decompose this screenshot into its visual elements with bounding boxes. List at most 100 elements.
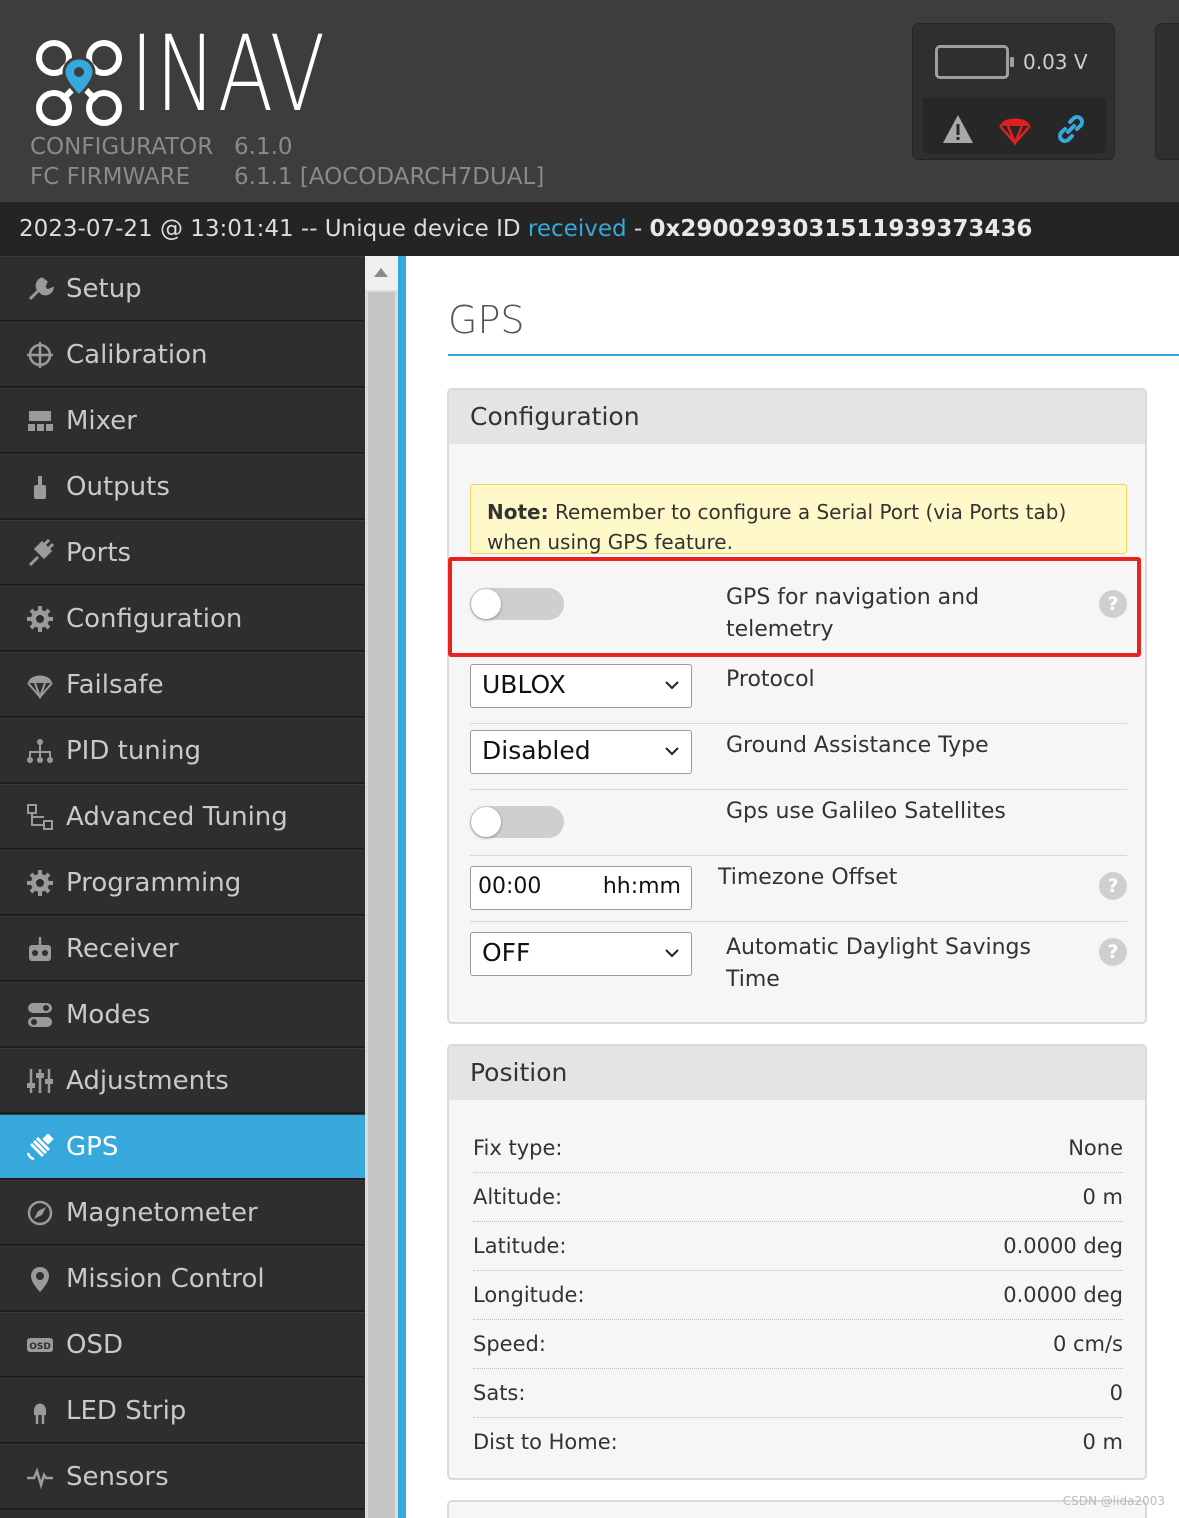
sidebar-scrollbar[interactable]: [365, 256, 398, 1518]
position-value: None: [1068, 1136, 1123, 1160]
connect-panel[interactable]: [1155, 23, 1179, 160]
log-dash: -: [626, 216, 650, 242]
main-content: GPS Configuration Note: Remember to conf…: [406, 256, 1179, 1518]
log-text: 2023-07-21 @ 13:01:41 -- Unique device I…: [19, 216, 528, 242]
led-icon: [26, 1397, 54, 1425]
ground-assist-select[interactable]: Disabled: [470, 730, 692, 774]
scroll-up-arrow-icon[interactable]: [365, 256, 398, 290]
mixer-icon: [26, 407, 54, 435]
position-value: 0.0000 deg: [1003, 1283, 1123, 1307]
sidebar-item-modes[interactable]: Modes: [0, 982, 365, 1048]
dst-select[interactable]: OFF: [470, 932, 692, 976]
position-label: Longitude:: [473, 1283, 585, 1307]
position-label: Sats:: [473, 1381, 526, 1405]
dst-value: OFF: [482, 938, 531, 967]
protocol-row: UBLOX Protocol: [470, 658, 1127, 724]
position-label: Dist to Home:: [473, 1430, 618, 1454]
sidebar-item-outputs[interactable]: Outputs: [0, 454, 365, 520]
dst-row: OFF Automatic Daylight Savings Time ?: [470, 922, 1127, 1002]
sidebar-item-adjustments[interactable]: Adjustments: [0, 1048, 365, 1114]
ground-assist-label: Ground Assistance Type: [726, 733, 989, 758]
position-heading: Position: [449, 1046, 1145, 1100]
status-panel: 0.03 V: [912, 23, 1115, 160]
sidebar-item-programming[interactable]: Programming: [0, 850, 365, 916]
highlight-box: [448, 557, 1141, 657]
sidebar-item-label: LED Strip: [66, 1395, 187, 1426]
sidebar-item-mission-control[interactable]: Mission Control: [0, 1246, 365, 1312]
serial-port-note: Note: Remember to configure a Serial Por…: [470, 484, 1127, 554]
sidebar-item-label: Failsafe: [66, 669, 164, 700]
dst-label: Automatic Daylight Savings Time: [726, 935, 1031, 992]
chevron-down-icon: [665, 747, 679, 756]
ground-assist-value: Disabled: [482, 736, 591, 765]
advanced-tuning-icon: [26, 803, 54, 831]
warning-icon: [943, 115, 973, 143]
title-underline: [448, 354, 1179, 356]
dst-help-icon[interactable]: ?: [1099, 938, 1127, 966]
sidebar-item-gps[interactable]: GPS: [0, 1114, 365, 1180]
sidebar-item-calibration[interactable]: Calibration: [0, 322, 365, 388]
next-panel: [447, 1500, 1147, 1518]
sidebar-item-failsafe[interactable]: Failsafe: [0, 652, 365, 718]
brand-title: INAV: [130, 13, 327, 135]
note-text: Remember to configure a Serial Port (via…: [487, 500, 1067, 554]
satellite-icon: [26, 1132, 54, 1161]
toggle-knob: [471, 807, 501, 837]
sidebar-item-setup[interactable]: Setup: [0, 256, 365, 322]
sidebar-item-ports[interactable]: Ports: [0, 520, 365, 586]
sidebar-item-label: Magnetometer: [66, 1197, 258, 1228]
position-value: 0 cm/s: [1052, 1332, 1123, 1356]
pulse-icon: [26, 1463, 54, 1491]
timezone-row: 00:00 hh:mm Timezone Offset ?: [470, 856, 1127, 922]
sidebar-item-pid-tuning[interactable]: PID tuning: [0, 718, 365, 784]
sidebar-item-label: Setup: [66, 273, 142, 304]
sidebar-item-label: OSD: [66, 1329, 123, 1360]
timezone-input[interactable]: 00:00 hh:mm: [470, 866, 692, 910]
position-value: 0 m: [1082, 1185, 1124, 1209]
svg-text:OSD: OSD: [29, 1342, 51, 1352]
log-highlight: received: [527, 216, 627, 242]
sidebar-item-sensors[interactable]: Sensors: [0, 1444, 365, 1510]
sidebar-item-label: Modes: [66, 999, 151, 1030]
page-title: GPS: [448, 298, 525, 342]
position-row: Altitude: 0 m: [473, 1173, 1123, 1222]
sidebar-item-magnetometer[interactable]: Magnetometer: [0, 1180, 365, 1246]
protocol-label: Protocol: [726, 667, 815, 692]
sidebar-item-label: PID tuning: [66, 735, 201, 766]
position-value: 0: [1109, 1381, 1123, 1405]
sidebar-item-label: Calibration: [66, 339, 208, 370]
chevron-down-icon: [665, 681, 679, 690]
plug-icon: [26, 538, 54, 567]
sidebar-item-label: Sensors: [66, 1461, 169, 1492]
timezone-help-icon[interactable]: ?: [1099, 872, 1127, 900]
sidebar-item-led-strip[interactable]: LED Strip: [0, 1378, 365, 1444]
link-icon: [1058, 115, 1084, 143]
crosshair-icon: [26, 341, 54, 369]
switch-icon: [26, 1001, 54, 1029]
position-row: Sats: 0: [473, 1369, 1123, 1418]
log-bar: 2023-07-21 @ 13:01:41 -- Unique device I…: [0, 202, 1179, 256]
sidebar-item-configuration[interactable]: Configuration: [0, 586, 365, 652]
sidebar-item-label: Programming: [66, 867, 242, 898]
failsafe-parachute-icon: [999, 118, 1031, 146]
sidebar-item-label: Adjustments: [66, 1065, 229, 1096]
inav-logo-icon: [36, 40, 122, 126]
sidebar-nav: Setup Calibration Mixer Outputs Ports Configu…: [0, 256, 365, 1518]
gear-icon: [26, 605, 54, 633]
position-row: Latitude: 0.0000 deg: [473, 1222, 1123, 1271]
compass-icon: [26, 1199, 54, 1227]
sidebar-item-label: Mission Control: [66, 1263, 265, 1294]
sidebar-item-label: GPS: [66, 1131, 119, 1162]
sidebar-item-receiver[interactable]: Receiver: [0, 916, 365, 982]
scrollbar-thumb[interactable]: [368, 292, 395, 1518]
sidebar-item-advanced-tuning[interactable]: Advanced Tuning: [0, 784, 365, 850]
sidebar-item-osd[interactable]: OSD OSD: [0, 1312, 365, 1378]
position-row: Longitude: 0.0000 deg: [473, 1271, 1123, 1320]
configuration-heading: Configuration: [449, 390, 1145, 444]
protocol-select[interactable]: UBLOX: [470, 664, 692, 708]
position-label: Latitude:: [473, 1234, 567, 1258]
receiver-icon: [26, 935, 54, 963]
configurator-version: CONFIGURATOR 6.1.0: [30, 134, 293, 160]
galileo-toggle[interactable]: [470, 806, 564, 838]
sidebar-item-mixer[interactable]: Mixer: [0, 388, 365, 454]
